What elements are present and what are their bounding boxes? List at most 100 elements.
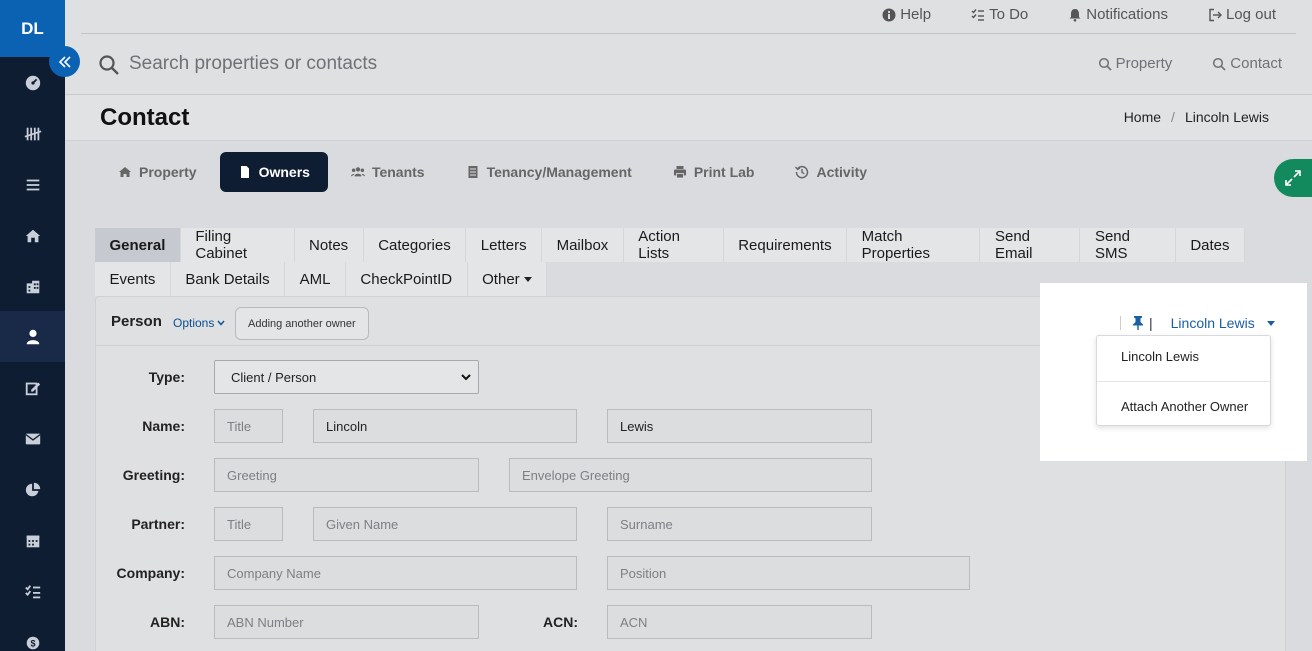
logout-link[interactable]: Log out [1208,6,1276,23]
tab-owners-label: Owners [258,164,310,180]
subtab-requirements[interactable]: Requirements [723,228,848,262]
tab-owners[interactable]: Owners [219,152,328,192]
checklist-icon [24,584,40,598]
checklist-icon [971,8,985,21]
subtab-checkpointid[interactable]: CheckPointID [345,262,468,296]
sidebar-item-finance[interactable]: $ [0,617,65,651]
panel-title: Person [111,313,162,330]
subtab-letters[interactable]: Letters [466,228,543,262]
subtab-action-lists[interactable]: Action Lists [623,228,724,262]
partner-surname-field[interactable]: Surname [607,507,872,541]
subtab-general[interactable]: General [95,228,181,262]
expand-button[interactable] [1274,159,1312,197]
name-title-field[interactable]: Title [214,409,283,443]
first-name-field[interactable]: Lincoln [313,409,577,443]
subtab-dates[interactable]: Dates [1175,228,1246,262]
document-icon [240,166,249,178]
company-name-field[interactable]: Company Name [214,556,577,590]
ledger-icon [468,166,478,178]
abn-label: ABN: [150,614,185,630]
options-dropdown[interactable]: Options [173,316,225,330]
search-contact-link[interactable]: Contact [1212,55,1282,72]
history-icon [795,165,809,179]
header-divider [81,33,1296,34]
subtab-other[interactable]: Other [467,262,548,296]
breadcrumb: Home / Lincoln Lewis [1124,109,1269,125]
breadcrumb-current: Lincoln Lewis [1184,109,1269,125]
greeting-label: Greeting: [122,467,185,483]
partner-given-name-field[interactable]: Given Name [313,507,577,541]
greeting-field[interactable]: Greeting [214,458,479,492]
subtab-mailbox[interactable]: Mailbox [542,228,624,262]
expand-icon [1285,170,1301,186]
type-select[interactable]: Client / Person [214,360,479,394]
company-label: Company: [116,565,185,581]
tab-activity[interactable]: Activity [777,152,885,192]
sidebar-item-contacts[interactable] [0,311,65,362]
tab-property-label: Property [139,164,197,180]
subtab-send-sms[interactable]: Send SMS [1080,228,1176,262]
search-input[interactable] [129,50,729,78]
acn-field[interactable]: ACN [607,605,872,639]
breadcrumb-home[interactable]: Home [1124,109,1161,125]
last-name-field[interactable]: Lewis [607,409,872,443]
caret-down-icon [523,276,532,282]
sidebar-item-tally[interactable] [0,108,65,159]
subtab-events[interactable]: Events [95,262,171,296]
adding-another-owner-button[interactable]: Adding another owner [235,307,369,340]
subtab-aml[interactable]: AML [285,262,346,296]
owner-selector-pipe: | [1149,315,1153,331]
envelope-greeting-field[interactable]: Envelope Greeting [509,458,872,492]
quick-search-links: Property Contact [1098,55,1282,72]
sidebar-item-tasks[interactable] [0,566,65,617]
sidebar-item-home[interactable] [0,210,65,261]
search-contact-label: Contact [1230,55,1282,72]
help-label: Help [900,6,932,23]
subtab-filing-cabinet[interactable]: Filing Cabinet [180,228,295,262]
subtab-match-properties[interactable]: Match Properties [847,228,981,262]
tab-tenants-label: Tenants [371,164,425,180]
tab-tenancy-management[interactable]: Tenancy/Management [448,152,650,192]
tab-tenants[interactable]: Tenants [333,152,443,192]
partner-title-field[interactable]: Title [214,507,283,541]
tab-activity-label: Activity [816,164,868,180]
notifications-link[interactable]: Notifications [1068,6,1168,23]
page-title: Contact [100,104,190,131]
sidebar-item-buildings[interactable] [0,261,65,312]
owner-menu-item-lincoln-lewis[interactable]: Lincoln Lewis [1097,349,1270,364]
home-icon [119,167,131,177]
owner-selector-current: Lincoln Lewis [1170,315,1255,331]
search-property-link[interactable]: Property [1098,55,1172,72]
dashboard-icon [25,75,40,90]
help-link[interactable]: Help [882,6,931,23]
acn-label: ACN: [543,614,578,630]
todo-label: To Do [989,6,1029,23]
subtab-send-email[interactable]: Send Email [980,228,1081,262]
collapse-sidebar-button[interactable] [49,46,80,77]
main-tabs: Property Owners Tenants Tenancy/Manageme… [100,152,890,192]
person-icon [26,329,39,344]
notifications-label: Notifications [1086,6,1168,23]
sidebar-item-mail[interactable] [0,413,65,464]
sidebar-item-calendar[interactable] [0,515,65,566]
subtab-bank-details[interactable]: Bank Details [170,262,286,296]
tab-print-lab[interactable]: Print Lab [655,152,773,192]
logout-icon [1209,8,1222,21]
subtab-notes[interactable]: Notes [294,228,364,262]
todo-link[interactable]: To Do [971,6,1028,23]
subtab-other-label: Other [482,270,520,288]
position-field[interactable]: Position [607,556,970,590]
chevron-down-icon [461,374,471,381]
users-icon [350,167,365,177]
pin-icon[interactable] [1131,315,1145,331]
subtab-categories[interactable]: Categories [363,228,467,262]
printer-icon [673,166,686,179]
page-title-bar: Contact Home / Lincoln Lewis [65,95,1312,141]
owner-selector-toggle[interactable]: | Lincoln Lewis [1120,315,1275,331]
owner-menu-item-attach-another-owner[interactable]: Attach Another Owner [1097,399,1270,414]
sidebar-item-list[interactable] [0,159,65,210]
sidebar-item-reports[interactable] [0,464,65,515]
tab-property[interactable]: Property [100,152,215,192]
abn-field[interactable]: ABN Number [214,605,479,639]
sidebar-item-edit[interactable] [0,362,65,413]
